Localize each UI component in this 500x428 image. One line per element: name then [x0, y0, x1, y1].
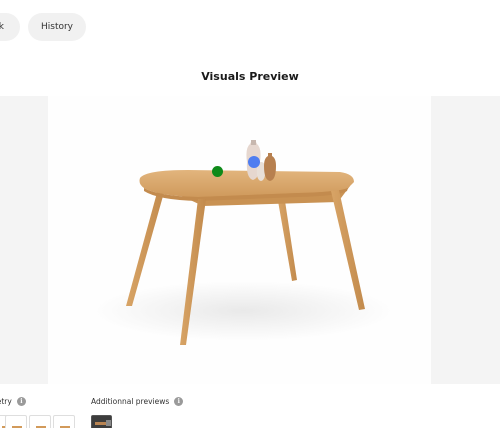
info-icon[interactable]: i	[174, 397, 184, 406]
visuals-preview-page: k History Visuals Preview try i Addition…	[0, 0, 500, 428]
geometry-label: netry	[0, 397, 12, 406]
additional-preview-thumbnail[interactable]	[91, 415, 112, 428]
model-viewer[interactable]	[48, 96, 431, 384]
table-thumbnail-icon	[12, 426, 22, 428]
hotspot-blue[interactable]	[248, 156, 260, 168]
vase-white-neck	[251, 140, 256, 145]
hotspot-green[interactable]	[212, 166, 223, 177]
page-title: Visuals Preview	[201, 70, 299, 83]
tab-left-truncated[interactable]: k	[0, 13, 20, 41]
geometry-thumbnail-2[interactable]	[5, 415, 27, 428]
tab-history[interactable]: History	[28, 13, 86, 41]
table-thumbnail-icon	[36, 426, 46, 428]
scene-thumbnail-icon	[92, 416, 111, 428]
additional-previews-label: Additionnal previews	[91, 397, 170, 406]
geometry-thumbnail-3[interactable]	[29, 415, 51, 428]
tab-left-label: k	[0, 22, 4, 32]
carousel-next-panel[interactable]	[431, 96, 500, 384]
table-render	[93, 140, 393, 345]
geometry-section-header: netry i	[0, 397, 26, 406]
geometry-thumbnail-4[interactable]	[53, 415, 75, 428]
tab-history-label: History	[40, 22, 74, 32]
info-icon[interactable]: i	[16, 397, 26, 406]
table-thumbnail-icon	[60, 426, 70, 428]
additional-previews-header: Additionnal previews i	[91, 397, 184, 406]
vase-brown	[264, 153, 276, 181]
table-leg-back-right	[278, 201, 297, 281]
carousel-prev-panel[interactable]	[0, 96, 48, 384]
floor-shadow	[93, 281, 393, 341]
